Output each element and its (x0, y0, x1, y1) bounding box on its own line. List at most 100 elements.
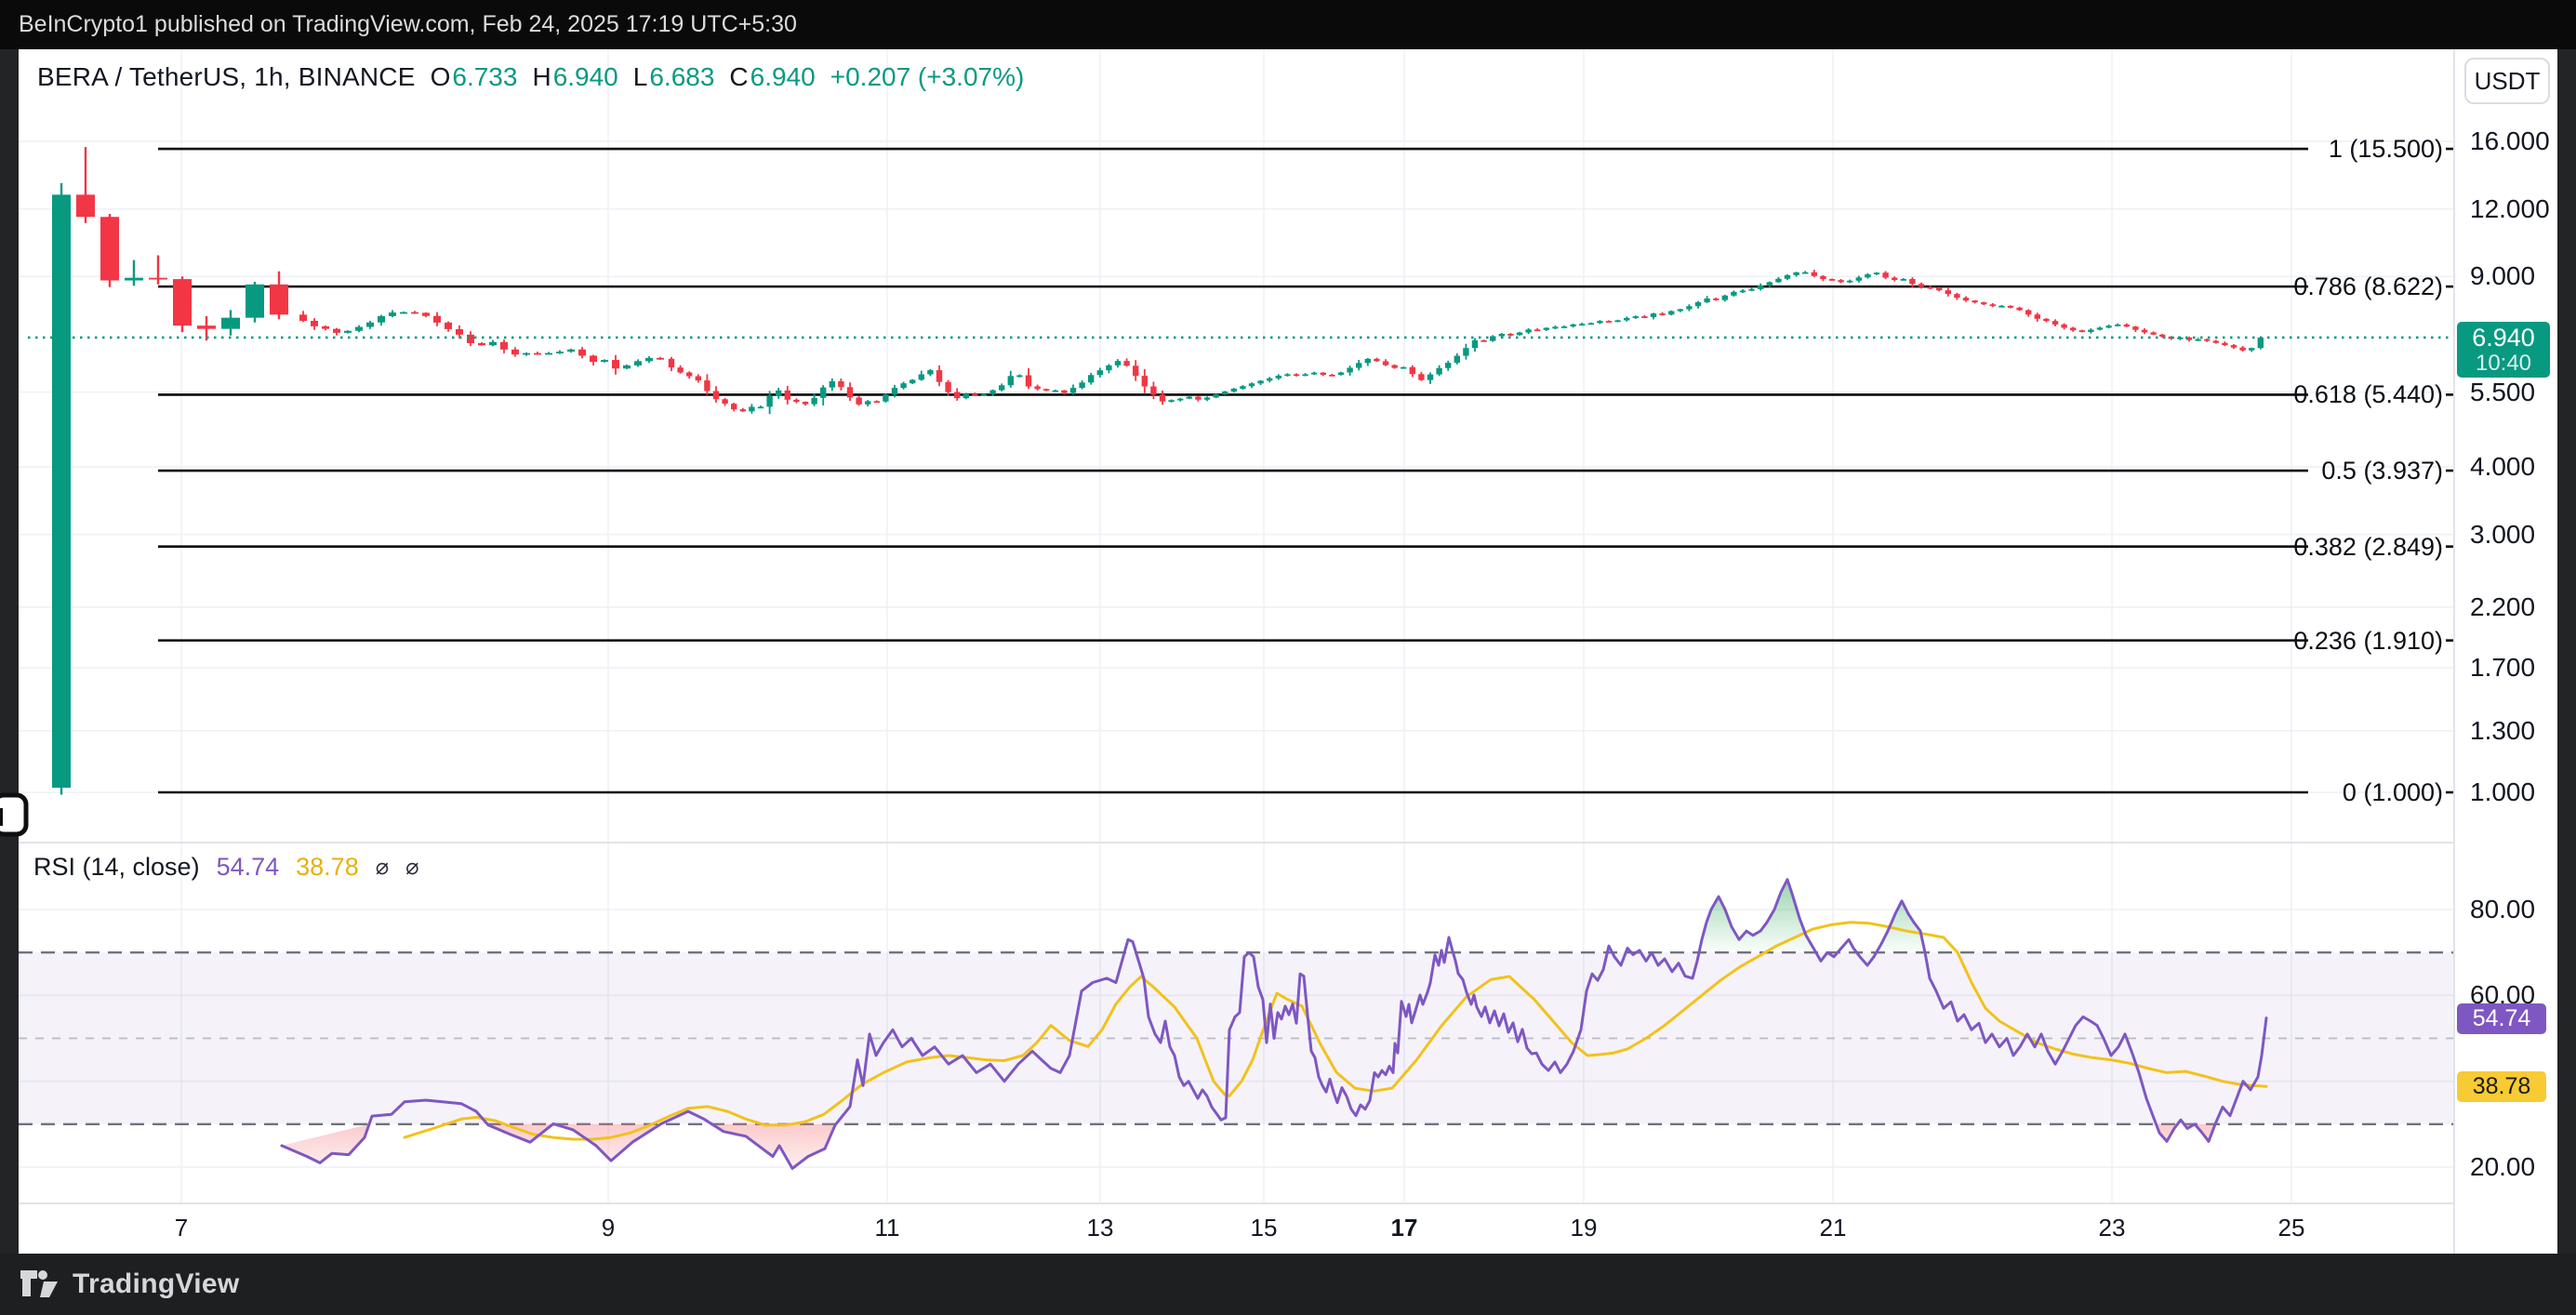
candle-body (1606, 321, 1612, 323)
candle-body (1427, 375, 1433, 380)
candle-body (1374, 359, 1379, 362)
candle-body (1204, 397, 1210, 399)
candle-body (892, 388, 897, 394)
price-tick-label: 2.200 (2470, 593, 2535, 621)
candle-body (1731, 292, 1736, 296)
candle-body (478, 343, 485, 345)
ohlc-open: O6.733 (431, 62, 518, 92)
tradingview-brand-text[interactable]: TradingView (73, 1269, 239, 1300)
fib-level-label: 0.5 (3.937) (2164, 456, 2443, 485)
candle-body (2195, 339, 2200, 341)
candle-body (1008, 376, 1014, 385)
candle-body (1142, 376, 1148, 386)
time-axis-label: 21 (1796, 1214, 1870, 1242)
candle-body (645, 358, 653, 361)
candle-body (344, 331, 352, 333)
candle-body (856, 397, 861, 404)
candle-body (2142, 330, 2147, 333)
candle-body (669, 359, 674, 367)
candle-body (776, 391, 781, 396)
candle-body (311, 321, 318, 326)
candle-body (149, 278, 167, 280)
candle-body (299, 314, 307, 321)
candle-body (1544, 327, 1549, 329)
high-label: H (532, 62, 551, 92)
candle-body (1838, 280, 1843, 282)
candle-body (1311, 373, 1317, 375)
time-axis[interactable]: 791113151719212325 (19, 1202, 2453, 1254)
footer-bar: TradingView (0, 1254, 2576, 1315)
candle-body (511, 350, 519, 354)
candle-body (1115, 361, 1121, 365)
candle-body (1410, 367, 1415, 375)
candle-body (1579, 324, 1585, 325)
candle-body (1534, 329, 1540, 331)
candle-body (52, 194, 71, 788)
time-axis-label: 25 (2254, 1214, 2329, 1242)
candle-body (1588, 323, 1594, 325)
candle-body (2035, 314, 2040, 319)
candle-body (1561, 326, 1567, 328)
candle-body (2043, 319, 2049, 321)
candle-body (945, 382, 950, 392)
tradingview-logo-icon[interactable] (20, 1270, 60, 1298)
price-scale-column[interactable]: USDT 16.00012.0009.0005.5004.0003.0002.2… (2453, 49, 2557, 1254)
candle-body (1177, 399, 1183, 401)
candle-body (1150, 387, 1156, 395)
candle-body (1767, 282, 1773, 285)
rsi-value-badge: 54.74 (2457, 1003, 2546, 1034)
candle-body (981, 394, 987, 396)
candle-body (355, 327, 363, 331)
candle-body (1909, 279, 1915, 284)
candle-body (1507, 334, 1513, 336)
candle-body (1231, 389, 1237, 392)
candle-body (1713, 299, 1719, 300)
candle-body (785, 391, 790, 400)
candle-body (1249, 383, 1255, 386)
rsi-chart-canvas[interactable] (19, 842, 2453, 1202)
candle-body (1695, 302, 1701, 306)
candle-body (1240, 386, 1245, 389)
candle-body (740, 409, 746, 411)
candle-body (1436, 368, 1441, 375)
candle-body (1079, 382, 1084, 388)
candle-body (1651, 313, 1656, 317)
candle-body (758, 406, 764, 408)
candle-body (2016, 308, 2022, 311)
candle-body (2222, 343, 2227, 345)
candle-body (2008, 306, 2013, 308)
candle-body (722, 399, 727, 404)
symbol-title: BERA / TetherUS, 1h, BINANCE (37, 62, 416, 92)
candle-body (1686, 306, 1692, 309)
candle-body (919, 375, 924, 380)
candle-body (1901, 279, 1906, 281)
candle-body (1641, 316, 1647, 318)
pane-separator[interactable] (19, 842, 2556, 843)
candle-body (811, 398, 817, 405)
candle-body (545, 353, 552, 355)
price-chart-canvas[interactable] (19, 49, 2453, 842)
candle-body (534, 353, 541, 355)
candle-body (411, 312, 418, 314)
rsi-ma-badge: 38.78 (2457, 1071, 2546, 1102)
candle-body (1722, 296, 1728, 300)
candle-body (927, 370, 933, 374)
empty-set-icon[interactable]: ⌀ (376, 854, 389, 881)
currency-toggle-button[interactable]: USDT (2464, 58, 2550, 104)
candle-body (445, 323, 452, 329)
candle-body (422, 312, 430, 315)
candle-body (366, 323, 374, 327)
candle-body (1758, 286, 1763, 289)
empty-set-icon[interactable]: ⌀ (405, 854, 418, 881)
candle-body (2239, 348, 2245, 351)
page: BeInCrypto1 published on TradingView.com… (0, 0, 2576, 1315)
candle-body (1668, 312, 1674, 315)
candle-body (1829, 279, 1835, 281)
attribution-text: BeInCrypto1 published on TradingView.com… (19, 11, 797, 37)
candle-body (1294, 374, 1299, 376)
candle-body (333, 329, 340, 333)
candle-body (910, 379, 915, 383)
candle-body (2249, 348, 2254, 351)
candle-body (634, 361, 642, 365)
candle-body (963, 394, 969, 398)
